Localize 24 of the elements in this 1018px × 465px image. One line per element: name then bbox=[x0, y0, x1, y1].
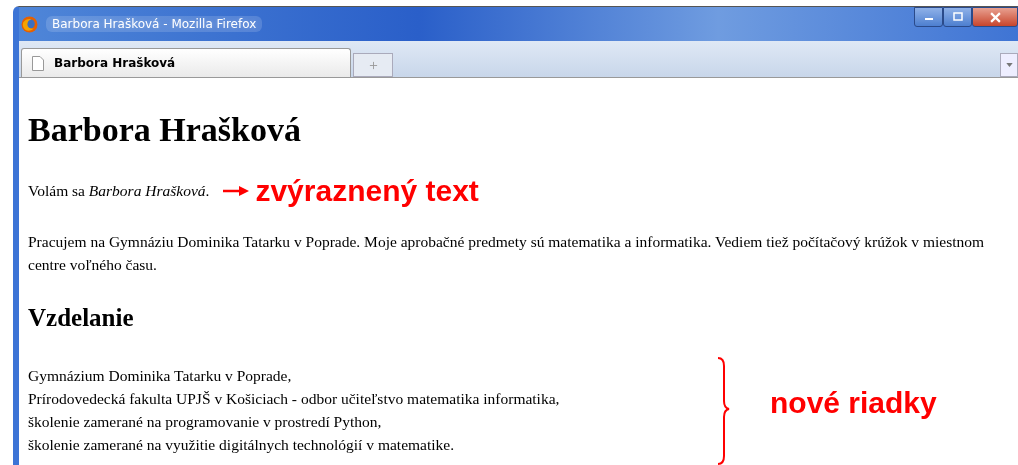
close-button[interactable] bbox=[972, 7, 1018, 27]
page-heading: Barbora Hrašková bbox=[28, 110, 302, 150]
maximize-button[interactable] bbox=[943, 7, 972, 27]
caret-icon bbox=[1005, 63, 1013, 67]
close-icon bbox=[989, 11, 1001, 23]
annotation-label: nové riadky bbox=[770, 386, 937, 420]
education-line: Gymnázium Dominika Tatarku v Poprade, bbox=[28, 366, 293, 386]
intro-text: Volám sa Barbora Hrašková. bbox=[28, 182, 210, 200]
paragraph: Pracujem na Gymnáziu Dominika Tatarku v Poprade. Moje aprobačné predmety sú matematika a informatika. Vediem tiež počítačový krúžok v miestnom centre voľného času. bbox=[28, 232, 986, 275]
arrow-icon bbox=[223, 186, 250, 196]
education-line: Prírodovedecká fakulta UPJŠ v Košiciach - odbor učiteľstvo matematika informatika, bbox=[28, 389, 561, 409]
maximize-icon bbox=[952, 12, 963, 22]
minimize-button[interactable] bbox=[914, 7, 943, 27]
window-title: Barbora Hrašková - Mozilla Firefox bbox=[46, 16, 263, 32]
browser-tab[interactable]: Barbora Hrašková bbox=[21, 48, 351, 77]
annotation-label: zvýraznený text bbox=[255, 174, 479, 208]
brace-icon bbox=[716, 356, 730, 465]
education-line: školenie zamerané na využitie digitálnych technológií v matematike. bbox=[28, 435, 456, 455]
section-heading: Vzdelanie bbox=[28, 303, 135, 333]
tab-list-button[interactable] bbox=[1000, 53, 1018, 77]
firefox-icon bbox=[21, 15, 38, 33]
education-line: školenie zamerané na programovanie v prostredí Python, bbox=[28, 412, 383, 432]
plus-icon bbox=[368, 60, 378, 70]
page-icon bbox=[32, 55, 44, 71]
